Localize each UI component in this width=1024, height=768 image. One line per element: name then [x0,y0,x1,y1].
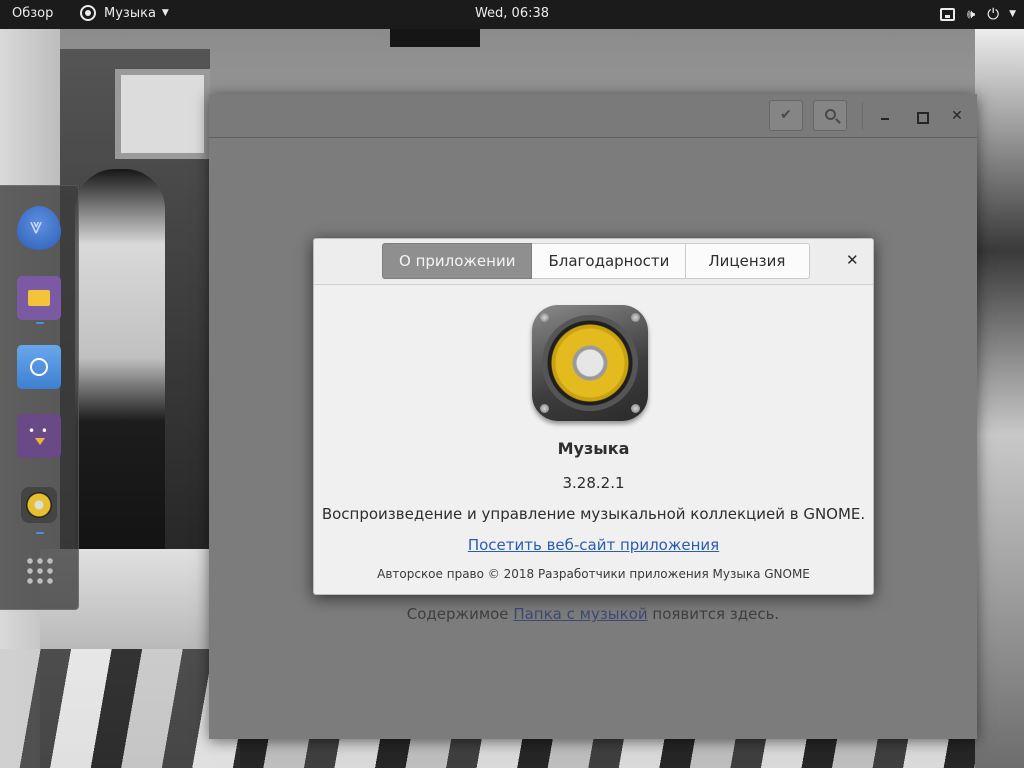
wallpaper-ceiling [390,29,480,47]
clock[interactable]: Wed, 06:38 [475,6,549,21]
running-indicator [36,322,44,324]
network-icon [940,7,955,21]
activities-button[interactable]: Обзор [12,6,53,21]
close-window-button[interactable]: ✕ [945,104,969,128]
search-button[interactable] [813,100,847,131]
about-dialog: О приложении Благодарности Лицензия ✕ Му… [313,238,874,595]
tab-credits[interactable]: Благодарности [532,243,687,279]
close-dialog-button[interactable]: ✕ [846,251,859,269]
running-indicator [36,532,44,534]
header-bar: ✔ ✕ [209,94,977,138]
speaker-cone [542,315,638,411]
dock-item-chat-app[interactable] [15,412,63,460]
minimize-button[interactable] [873,104,897,128]
power-icon: ⏻ [987,5,1000,23]
screw [631,313,640,322]
search-icon [825,109,836,120]
select-button[interactable]: ✔ [769,100,803,131]
checkmark-icon: ✔ [780,107,792,123]
music-app-icon [80,5,96,21]
dock [0,185,79,610]
app-menu-label: Музыка [104,5,156,21]
empty-state-suffix: появится здесь. [647,605,780,623]
wallpaper-person [75,169,165,589]
browser-icon [17,345,61,389]
system-status-area[interactable]: 🕪 ⏻ ▼ [940,5,1016,23]
screw [540,404,549,413]
top-bar: Обзор Музыка ▼ Wed, 06:38 🕪 ⏻ ▼ [0,0,1024,29]
dock-item-bird-app[interactable] [15,204,63,252]
about-dialog-header: О приложении Благодарности Лицензия ✕ [314,239,873,285]
dock-item-files[interactable] [15,274,63,322]
owl-icon [17,414,61,458]
app-version: 3.28.2.1 [562,474,625,492]
speaker-icon [21,487,57,523]
maximize-button[interactable] [909,104,933,128]
folder-icon [17,276,61,320]
bird-app-icon [17,206,61,250]
empty-state-prefix: Содержимое [406,605,514,623]
wallpaper-right-wall [975,29,1024,768]
app-menu-button[interactable]: Музыка ▼ [80,5,169,21]
wallpaper-window-frame [115,69,210,159]
tab-license[interactable]: Лицензия [686,243,811,279]
about-tabs: О приложении Благодарности Лицензия [382,243,811,279]
screw [540,313,549,322]
tab-about[interactable]: О приложении [382,243,533,279]
app-grid-icon [25,556,55,586]
chevron-down-icon: ▼ [161,8,169,18]
website-link[interactable]: Посетить веб-сайт приложения [468,536,719,554]
dock-item-music[interactable] [15,483,63,531]
dock-item-browser[interactable] [15,343,63,391]
show-applications-button[interactable] [15,548,63,596]
volume-icon: 🕪 [967,6,976,22]
app-name: Музыка [557,439,630,458]
screw [631,404,640,413]
copyright-text: Авторское право © 2018 Разработчики прил… [377,567,810,581]
empty-state-message: Содержимое Папка с музыкой появится здес… [209,605,977,623]
speaker-icon [532,305,648,421]
music-folder-link[interactable]: Папка с музыкой [513,605,647,623]
app-description: Воспроизведение и управление музыкальной… [321,505,866,523]
chevron-down-icon: ▼ [1009,9,1016,19]
header-separator [862,102,863,130]
